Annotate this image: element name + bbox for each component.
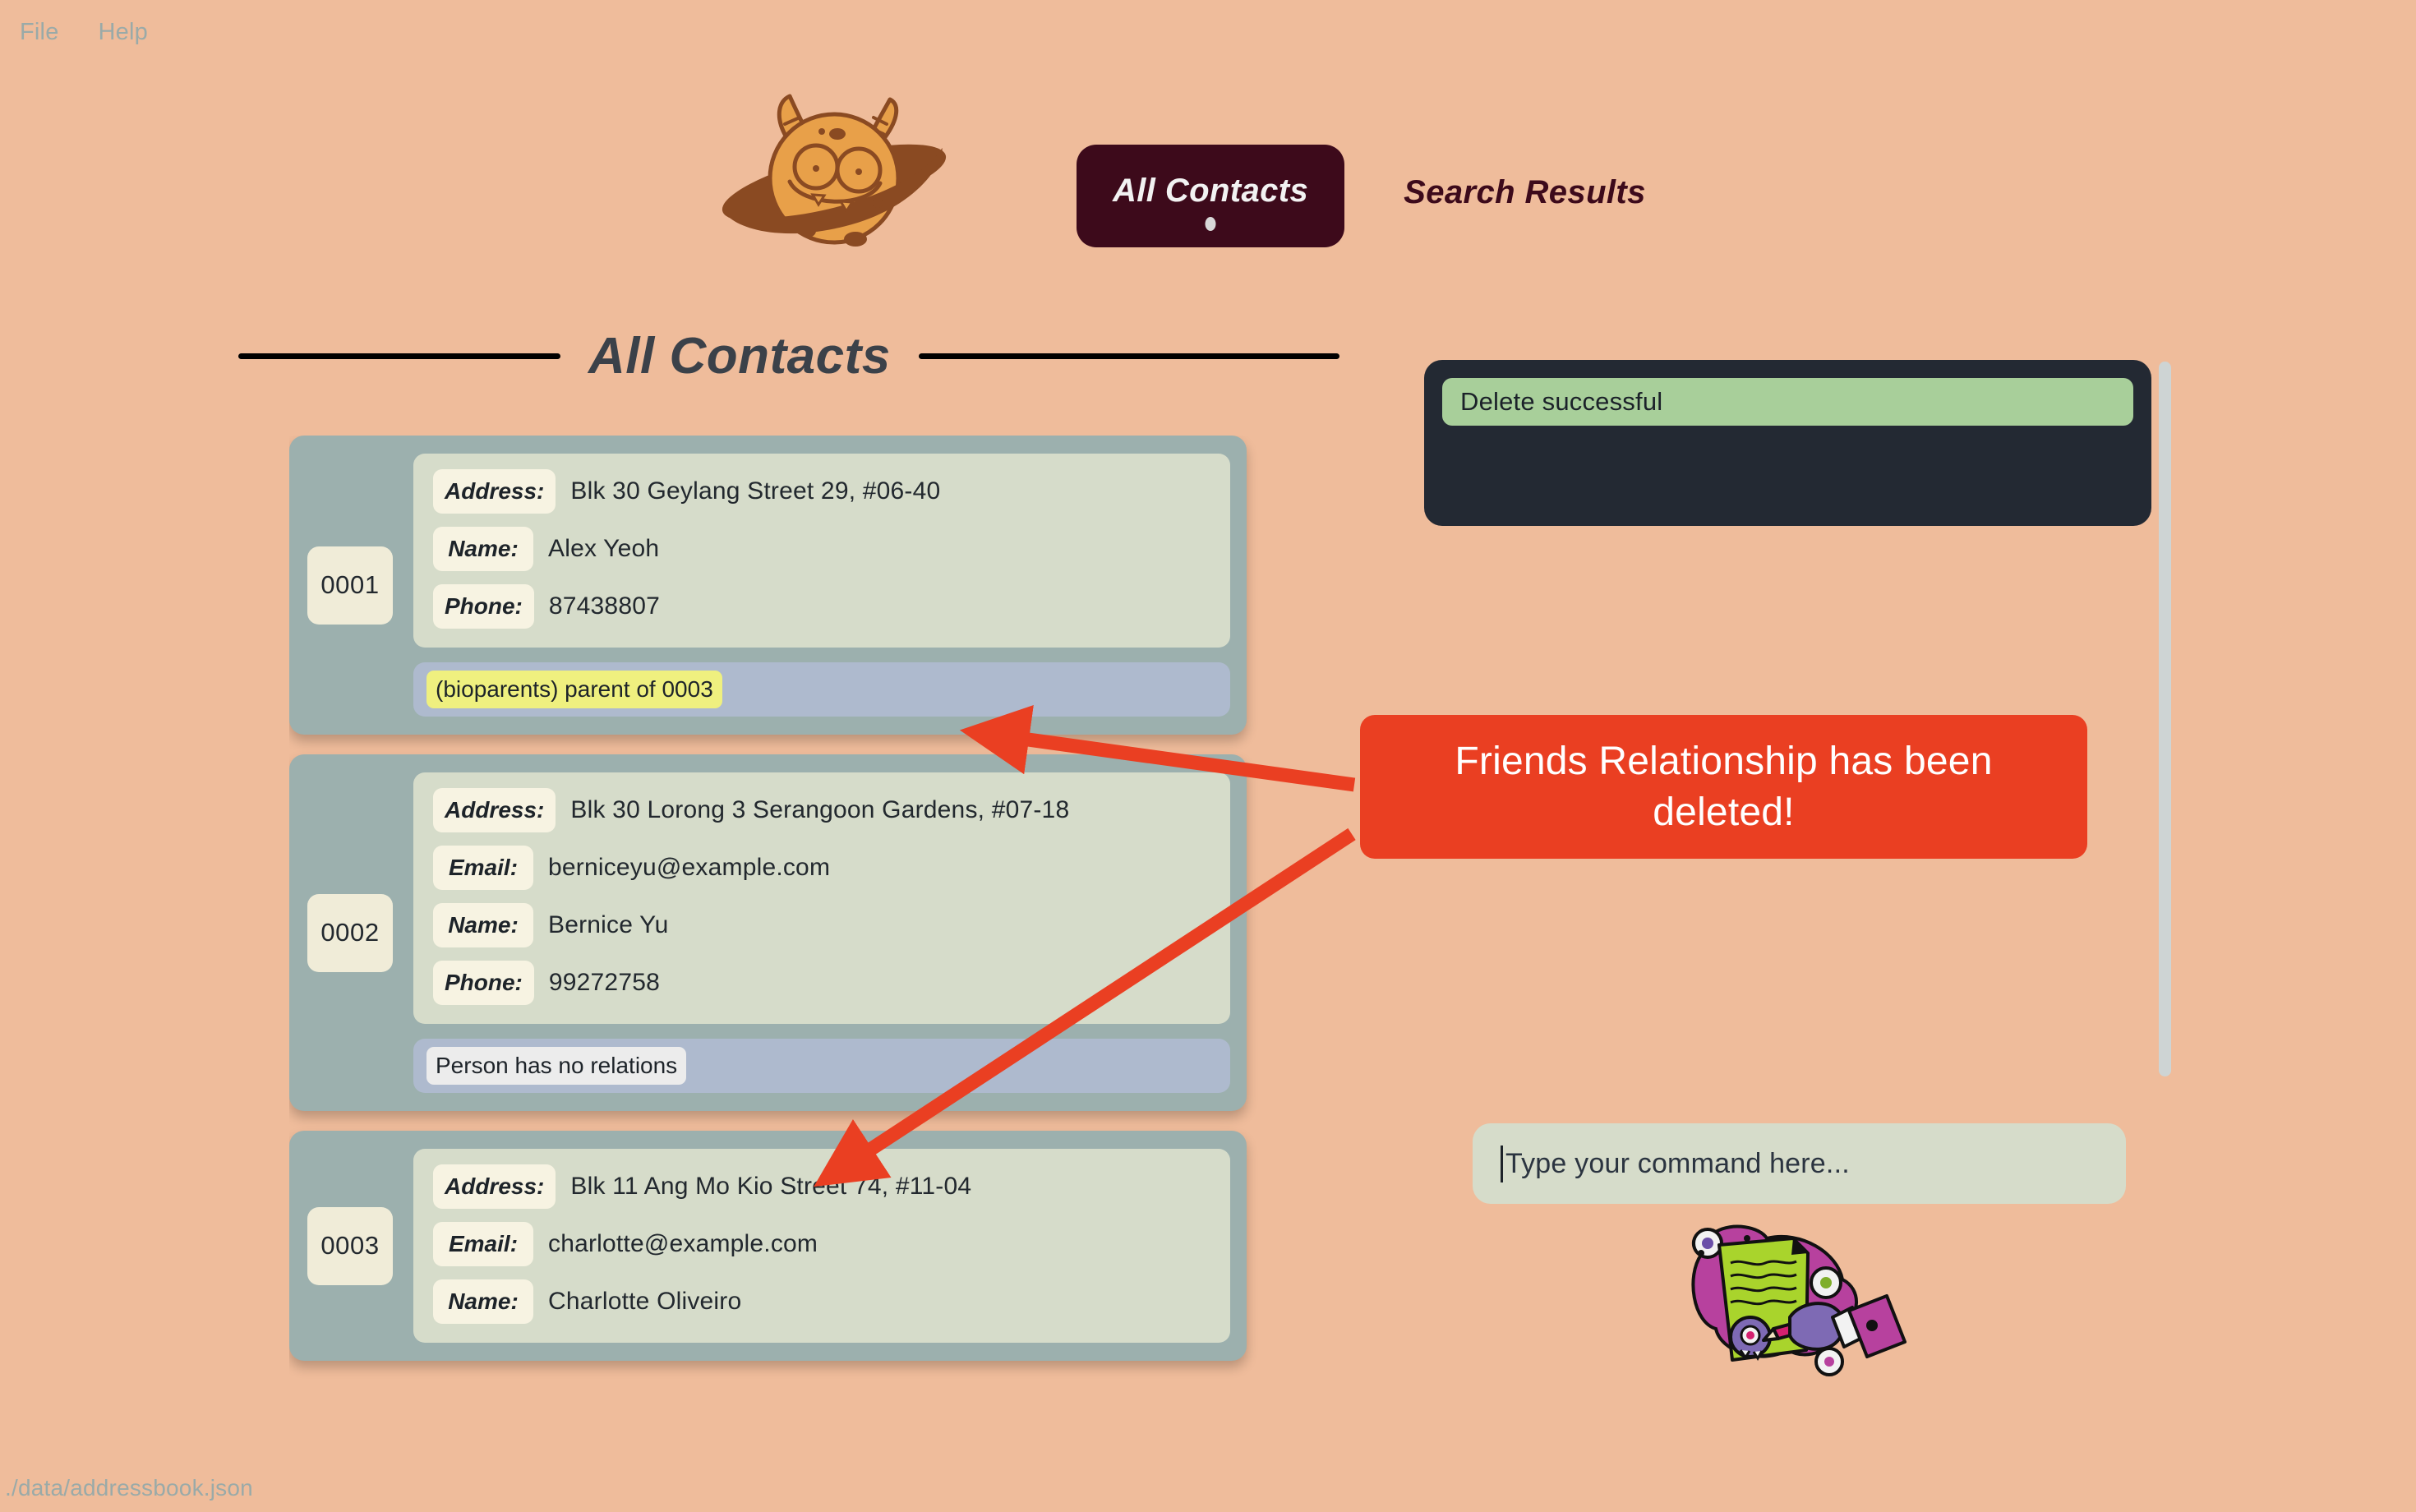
result-display-panel: Delete successful — [1424, 360, 2151, 526]
field-row: Address: Blk 30 Geylang Street 29, #06-4… — [433, 468, 1210, 514]
field-row: Phone: 87438807 — [433, 583, 1210, 629]
field-label-name: Name: — [433, 1279, 533, 1324]
relationship-bar: (bioparents) parent of 0003 — [413, 662, 1230, 717]
text-caret — [1501, 1145, 1503, 1182]
field-label-name: Name: — [433, 527, 533, 571]
contact-card[interactable]: 0002 Address: Blk 30 Lorong 3 Serangoon … — [289, 754, 1247, 1111]
field-value-email: charlotte@example.com — [548, 1230, 818, 1257]
section-header: All Contacts — [238, 327, 1339, 385]
menu-item-help[interactable]: Help — [99, 19, 148, 46]
tab-search-results-label: Search Results — [1404, 174, 1646, 210]
tab-active-dot-icon — [1205, 217, 1216, 231]
menu-bar: File Help — [0, 0, 2416, 64]
field-row: Address: Blk 30 Lorong 3 Serangoon Garde… — [433, 787, 1210, 833]
command-input-placeholder: Type your command here... — [1505, 1147, 1850, 1179]
command-input[interactable]: Type your command here... — [1473, 1123, 2126, 1204]
field-row: Email: berniceyu@example.com — [433, 845, 1210, 891]
contact-fields: Address: Blk 30 Geylang Street 29, #06-4… — [413, 454, 1230, 648]
contact-id-badge: 0003 — [307, 1206, 393, 1285]
field-label-phone: Phone: — [433, 961, 534, 1005]
contact-list[interactable]: 0001 Address: Blk 30 Geylang Street 29, … — [289, 436, 1275, 1463]
field-row: Phone: 99272758 — [433, 960, 1210, 1006]
contact-id-badge: 0002 — [307, 893, 393, 972]
field-value-phone: 87438807 — [548, 592, 660, 620]
field-label-phone: Phone: — [433, 584, 534, 629]
relationship-tag: Person has no relations — [426, 1047, 687, 1085]
field-value-address: Blk 30 Geylang Street 29, #06-40 — [570, 477, 941, 505]
contact-id-badge: 0001 — [307, 546, 393, 625]
field-label-address: Address: — [433, 788, 556, 832]
annotation-text: Friends Relationship has been deleted! — [1455, 740, 1993, 834]
contact-card[interactable]: 0001 Address: Blk 30 Geylang Street 29, … — [289, 436, 1247, 735]
field-label-address: Address: — [433, 1164, 556, 1209]
contact-details: Address: Blk 30 Geylang Street 29, #06-4… — [413, 454, 1230, 717]
status-message: Delete successful — [1442, 378, 2133, 426]
page-title: All Contacts — [588, 328, 891, 385]
relationship-tag: (bioparents) parent of 0003 — [426, 671, 722, 708]
app-window: File Help All Contacts Search Results Al… — [0, 0, 2416, 1512]
field-value-email: berniceyu@example.com — [548, 854, 831, 881]
tab-all-contacts-label: All Contacts — [1113, 173, 1309, 209]
status-bar-path: ./data/addressbook.json — [5, 1475, 253, 1500]
field-value-name: Bernice Yu — [548, 911, 669, 938]
status-bar: ./data/addressbook.json — [0, 1464, 2416, 1512]
tab-all-contacts[interactable]: All Contacts — [1077, 145, 1345, 247]
tab-search-results[interactable]: Search Results — [1395, 145, 1654, 211]
field-row: Name: Bernice Yu — [433, 902, 1210, 948]
field-row: Address: Blk 11 Ang Mo Kio Street 74, #1… — [433, 1164, 1210, 1210]
result-scrollbar[interactable] — [2159, 362, 2171, 1076]
field-row: Name: Alex Yeoh — [433, 526, 1210, 572]
field-label-name: Name: — [433, 903, 533, 947]
divider-right — [918, 353, 1339, 359]
field-row: Name: Charlotte Oliveiro — [433, 1279, 1210, 1325]
field-label-email: Email: — [433, 1222, 533, 1266]
field-value-phone: 99272758 — [548, 969, 660, 996]
annotation-callout: Friends Relationship has been deleted! — [1360, 715, 2087, 859]
tab-bar: All Contacts Search Results — [1077, 145, 1654, 247]
monster-hand-writing-notepad-icon — [1668, 1220, 1907, 1389]
field-value-address: Blk 30 Lorong 3 Serangoon Gardens, #07-1… — [570, 796, 1070, 823]
contact-fields: Address: Blk 11 Ang Mo Kio Street 74, #1… — [413, 1149, 1230, 1343]
field-value-name: Alex Yeoh — [548, 535, 660, 562]
relationship-bar: Person has no relations — [413, 1039, 1230, 1093]
contact-details: Address: Blk 11 Ang Mo Kio Street 74, #1… — [413, 1149, 1230, 1343]
field-label-email: Email: — [433, 846, 533, 890]
contact-card[interactable]: 0003 Address: Blk 11 Ang Mo Kio Street 7… — [289, 1131, 1247, 1361]
monster-planet-icon — [711, 86, 957, 263]
field-row: Email: charlotte@example.com — [433, 1221, 1210, 1267]
field-label-address: Address: — [433, 469, 556, 514]
field-value-address: Blk 11 Ang Mo Kio Street 74, #11-04 — [570, 1173, 972, 1200]
contact-fields: Address: Blk 30 Lorong 3 Serangoon Garde… — [413, 772, 1230, 1024]
contact-details: Address: Blk 30 Lorong 3 Serangoon Garde… — [413, 772, 1230, 1093]
menu-item-file[interactable]: File — [20, 19, 59, 46]
divider-left — [238, 353, 560, 359]
field-value-name: Charlotte Oliveiro — [548, 1288, 742, 1315]
